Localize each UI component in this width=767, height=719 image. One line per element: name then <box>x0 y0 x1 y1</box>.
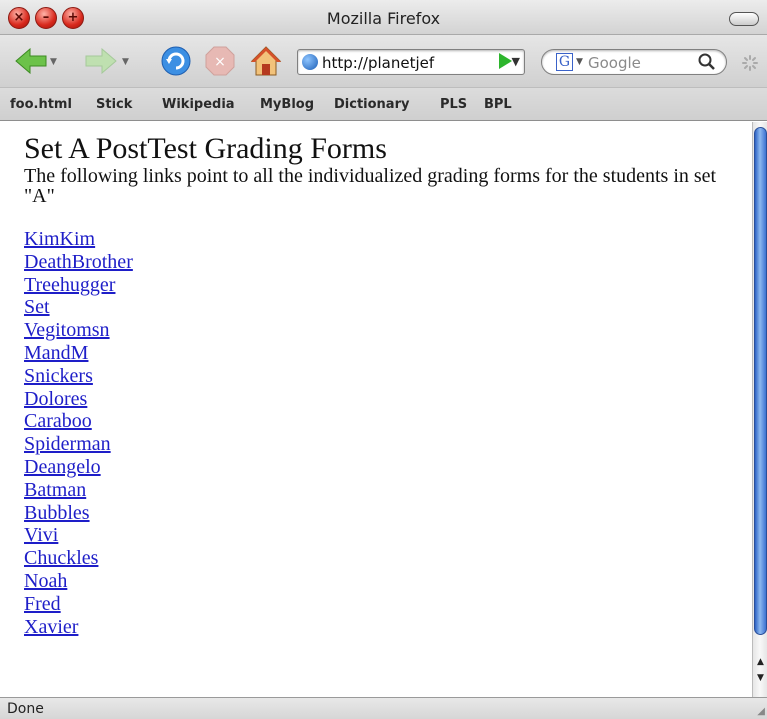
window-title: Mozilla Firefox <box>326 9 441 28</box>
bookmark-bpl[interactable]: BPL <box>484 97 512 112</box>
title-bar: × – + Mozilla Firefox <box>0 0 767 35</box>
navigation-toolbar: ▼ ▼ × http://planetjef ▼ G ▼ Google <box>0 35 767 87</box>
google-icon[interactable]: G <box>556 53 573 71</box>
student-link[interactable]: Set <box>24 296 744 319</box>
search-input[interactable]: Google <box>588 54 641 72</box>
status-bar: Done ◢ <box>0 697 767 719</box>
student-link[interactable]: Treehugger <box>24 274 744 297</box>
student-link[interactable]: Batman <box>24 479 744 502</box>
spinner-icon <box>742 55 758 71</box>
student-link[interactable]: MandM <box>24 342 744 365</box>
url-bar[interactable]: http://planetjef ▼ <box>297 49 525 75</box>
go-arrow-icon[interactable] <box>499 53 512 69</box>
forward-arrow-icon[interactable] <box>84 48 118 74</box>
stop-icon[interactable]: × <box>205 46 235 76</box>
bookmarks-toolbar: foo.html Stick Wikipedia MyBlog Dictiona… <box>0 87 767 121</box>
vertical-scrollbar[interactable]: ▲ ▼ <box>752 122 767 697</box>
bookmark-pls[interactable]: PLS <box>440 97 467 112</box>
status-text: Done <box>7 701 44 717</box>
student-link[interactable]: Noah <box>24 570 744 593</box>
student-link[interactable]: Vegitomsn <box>24 319 744 342</box>
search-icon[interactable] <box>698 53 716 76</box>
student-link[interactable]: Dolores <box>24 388 744 411</box>
svg-text:×: × <box>214 54 226 70</box>
student-link[interactable]: Caraboo <box>24 410 744 433</box>
page-title: Set A PostTest Grading Forms <box>24 132 387 165</box>
bookmark-stick[interactable]: Stick <box>96 97 132 112</box>
student-link[interactable]: Vivi <box>24 524 744 547</box>
home-icon[interactable] <box>249 45 283 77</box>
student-link[interactable]: Chuckles <box>24 547 744 570</box>
search-bar[interactable]: G ▼ Google <box>541 49 727 75</box>
url-history-dropdown-icon[interactable]: ▼ <box>512 55 520 68</box>
resize-grip-icon[interactable]: ◢ <box>757 706 765 717</box>
search-engine-dropdown[interactable]: ▼ <box>576 57 583 67</box>
toolbar-toggle-button[interactable] <box>729 12 759 26</box>
document: Set A PostTest Grading Forms The followi… <box>24 132 744 638</box>
student-link[interactable]: Snickers <box>24 365 744 388</box>
student-link[interactable]: Bubbles <box>24 502 744 525</box>
bookmark-myblog[interactable]: MyBlog <box>260 97 314 112</box>
bookmark-wikipedia[interactable]: Wikipedia <box>162 97 235 112</box>
url-input[interactable]: http://planetjef <box>322 54 492 72</box>
student-link[interactable]: Fred <box>24 593 744 616</box>
student-link[interactable]: Deangelo <box>24 456 744 479</box>
back-arrow-icon[interactable] <box>14 48 48 74</box>
globe-icon <box>302 54 318 70</box>
intro-text: The following links point to all the ind… <box>24 165 717 207</box>
scrollbar-thumb[interactable] <box>754 127 767 635</box>
student-link[interactable]: DeathBrother <box>24 251 744 274</box>
back-history-dropdown[interactable]: ▼ <box>50 57 57 67</box>
page-content: Set A PostTest Grading Forms The followi… <box>0 122 752 697</box>
bookmark-foo-html[interactable]: foo.html <box>10 97 72 112</box>
scroll-up-icon[interactable]: ▲ <box>753 655 767 669</box>
forward-history-dropdown[interactable]: ▼ <box>122 57 129 67</box>
student-link[interactable]: Xavier <box>24 616 744 639</box>
student-link-list: KimKim DeathBrother Treehugger Set Vegit… <box>24 228 744 638</box>
student-link[interactable]: KimKim <box>24 228 744 251</box>
reload-icon[interactable] <box>160 45 192 77</box>
student-link[interactable]: Spiderman <box>24 433 744 456</box>
scroll-down-icon[interactable]: ▼ <box>753 671 767 685</box>
bookmark-dictionary[interactable]: Dictionary <box>334 97 409 112</box>
